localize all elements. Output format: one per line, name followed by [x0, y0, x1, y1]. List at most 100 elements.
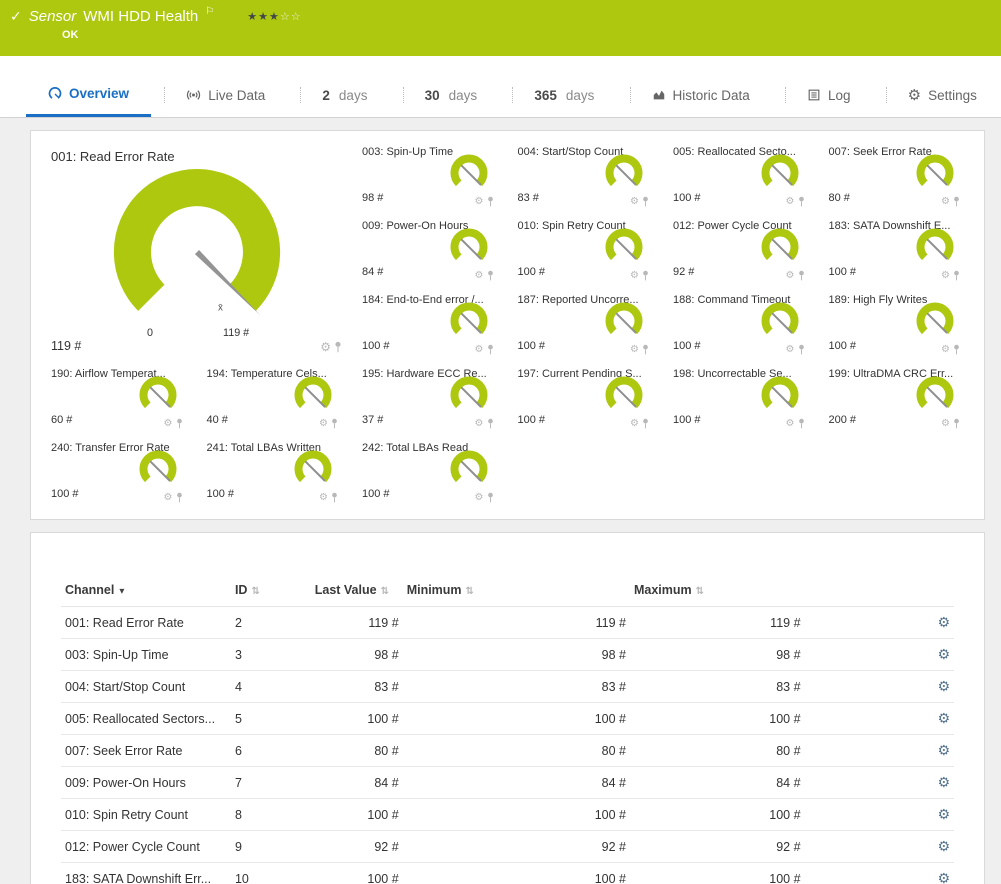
column-header-channel[interactable]: Channel▾ — [61, 577, 231, 607]
pin-icon[interactable] — [798, 344, 805, 355]
tab-live-data[interactable]: Live Data — [164, 73, 287, 117]
channel-gear-icon[interactable]: ⚙ — [786, 197, 795, 207]
pin-icon[interactable] — [487, 196, 494, 207]
channel-gear-icon[interactable]: ⚙ — [475, 271, 484, 281]
channel-name-cell[interactable]: 007: Seek Error Rate — [61, 735, 231, 767]
pin-icon[interactable] — [487, 270, 494, 281]
tab-365-days[interactable]: 365 days — [512, 73, 616, 117]
channel-gear-icon[interactable]: ⚙ — [475, 345, 484, 355]
pin-icon[interactable] — [953, 418, 960, 429]
pin-icon[interactable] — [334, 341, 342, 353]
tab-30-days[interactable]: 30 days — [403, 73, 500, 117]
channel-gear-icon[interactable]: ⚙ — [786, 419, 795, 429]
channel-gear-icon[interactable]: ⚙ — [630, 419, 639, 429]
small-gauge-tile[interactable]: 240: Transfer Error Rate 100 # ⚙ — [45, 439, 193, 505]
channel-settings-icon[interactable]: ⚙ — [937, 742, 950, 758]
table-row[interactable]: 183: SATA Downshift Err... 10 100 # 100 … — [61, 863, 954, 884]
channel-name-cell[interactable]: 009: Power-On Hours — [61, 767, 231, 799]
small-gauge-tile[interactable]: 195: Hardware ECC Re... 37 # ⚙ — [356, 365, 504, 431]
small-gauge-tile[interactable]: 241: Total LBAs Written 100 # ⚙ — [201, 439, 349, 505]
channel-settings-icon[interactable]: ⚙ — [937, 774, 950, 790]
pin-icon[interactable] — [331, 492, 338, 503]
small-gauge-tile[interactable]: 197: Current Pending S... 100 # ⚙ — [512, 365, 660, 431]
small-gauge-tile[interactable]: 198: Uncorrectable Se... 100 # ⚙ — [667, 365, 815, 431]
pin-icon[interactable] — [642, 418, 649, 429]
channel-name-cell[interactable]: 183: SATA Downshift Err... — [61, 863, 231, 884]
small-gauge-tile[interactable]: 007: Seek Error Rate 80 # ⚙ — [823, 143, 971, 209]
small-gauge-tile[interactable]: 183: SATA Downshift E... 100 # ⚙ — [823, 217, 971, 283]
channel-gear-icon[interactable]: ⚙ — [475, 493, 484, 503]
column-header-maximum[interactable]: Maximum⇅ — [630, 577, 805, 607]
small-gauge-tile[interactable]: 004: Start/Stop Count 83 # ⚙ — [512, 143, 660, 209]
channel-gear-icon[interactable]: ⚙ — [164, 493, 173, 503]
small-gauge-tile[interactable]: 184: End-to-End error /... 100 # ⚙ — [356, 291, 504, 357]
channel-gear-icon[interactable]: ⚙ — [320, 341, 331, 353]
small-gauge-tile[interactable]: 012: Power Cycle Count 92 # ⚙ — [667, 217, 815, 283]
tab-2-days[interactable]: 2 days — [300, 73, 389, 117]
channel-gear-icon[interactable]: ⚙ — [475, 419, 484, 429]
pin-icon[interactable] — [176, 492, 183, 503]
pin-icon[interactable] — [953, 344, 960, 355]
table-row[interactable]: 001: Read Error Rate 2 119 # 119 # 119 #… — [61, 607, 954, 639]
table-row[interactable]: 012: Power Cycle Count 9 92 # 92 # 92 # … — [61, 831, 954, 863]
channel-gear-icon[interactable]: ⚙ — [630, 197, 639, 207]
channel-gear-icon[interactable]: ⚙ — [319, 493, 328, 503]
channel-gear-icon[interactable]: ⚙ — [164, 419, 173, 429]
channel-settings-icon[interactable]: ⚙ — [937, 710, 950, 726]
channel-settings-icon[interactable]: ⚙ — [937, 614, 950, 630]
small-gauge-tile[interactable]: 194: Temperature Cels... 40 # ⚙ — [201, 365, 349, 431]
channel-gear-icon[interactable]: ⚙ — [786, 271, 795, 281]
stars-filled[interactable]: ★★★ — [247, 11, 280, 23]
table-row[interactable]: 009: Power-On Hours 7 84 # 84 # 84 # ⚙ — [61, 767, 954, 799]
channel-gear-icon[interactable]: ⚙ — [319, 419, 328, 429]
pin-icon[interactable] — [953, 270, 960, 281]
pin-icon[interactable] — [642, 344, 649, 355]
pin-icon[interactable] — [798, 196, 805, 207]
pin-icon[interactable] — [642, 196, 649, 207]
channel-gear-icon[interactable]: ⚙ — [630, 345, 639, 355]
channel-gear-icon[interactable]: ⚙ — [786, 345, 795, 355]
channel-name-cell[interactable]: 003: Spin-Up Time — [61, 639, 231, 671]
channel-settings-icon[interactable]: ⚙ — [937, 678, 950, 694]
pin-icon[interactable] — [798, 270, 805, 281]
channel-settings-icon[interactable]: ⚙ — [937, 806, 950, 822]
pin-icon[interactable] — [487, 418, 494, 429]
big-gauge-tile[interactable]: 001: Read Error Rate x̄ 0 119 # 119 # ⚙ — [45, 143, 348, 357]
channel-name-cell[interactable]: 004: Start/Stop Count — [61, 671, 231, 703]
pin-icon[interactable] — [487, 344, 494, 355]
small-gauge-tile[interactable]: 187: Reported Uncorre... 100 # ⚙ — [512, 291, 660, 357]
channel-settings-icon[interactable]: ⚙ — [937, 646, 950, 662]
tab-log[interactable]: Log — [785, 73, 873, 117]
small-gauge-tile[interactable]: 242: Total LBAs Read 100 # ⚙ — [356, 439, 504, 505]
small-gauge-tile[interactable]: 009: Power-On Hours 84 # ⚙ — [356, 217, 504, 283]
table-row[interactable]: 007: Seek Error Rate 6 80 # 80 # 80 # ⚙ — [61, 735, 954, 767]
table-row[interactable]: 005: Reallocated Sectors... 5 100 # 100 … — [61, 703, 954, 735]
pin-icon[interactable] — [176, 418, 183, 429]
channel-gear-icon[interactable]: ⚙ — [941, 271, 950, 281]
tab-overview[interactable]: Overview — [26, 73, 151, 117]
channel-name-cell[interactable]: 005: Reallocated Sectors... — [61, 703, 231, 735]
channel-gear-icon[interactable]: ⚙ — [941, 197, 950, 207]
small-gauge-tile[interactable]: 010: Spin Retry Count 100 # ⚙ — [512, 217, 660, 283]
channel-gear-icon[interactable]: ⚙ — [630, 271, 639, 281]
small-gauge-tile[interactable]: 005: Reallocated Secto... 100 # ⚙ — [667, 143, 815, 209]
tab-settings[interactable]: ⚙ Settings — [886, 73, 999, 117]
channel-name-cell[interactable]: 012: Power Cycle Count — [61, 831, 231, 863]
small-gauge-tile[interactable]: 188: Command Timeout 100 # ⚙ — [667, 291, 815, 357]
small-gauge-tile[interactable]: 189: High Fly Writes 100 # ⚙ — [823, 291, 971, 357]
table-row[interactable]: 003: Spin-Up Time 3 98 # 98 # 98 # ⚙ — [61, 639, 954, 671]
column-header-last-value[interactable]: Last Value⇅ — [311, 577, 403, 607]
stars-empty[interactable]: ☆☆ — [280, 11, 302, 23]
pin-icon[interactable] — [331, 418, 338, 429]
channel-gear-icon[interactable]: ⚙ — [475, 197, 484, 207]
column-header-minimum[interactable]: Minimum⇅ — [403, 577, 630, 607]
pin-icon[interactable] — [487, 492, 494, 503]
channel-settings-icon[interactable]: ⚙ — [937, 870, 950, 884]
table-row[interactable]: 010: Spin Retry Count 8 100 # 100 # 100 … — [61, 799, 954, 831]
pin-icon[interactable] — [953, 196, 960, 207]
small-gauge-tile[interactable]: 003: Spin-Up Time 98 # ⚙ — [356, 143, 504, 209]
column-header-id[interactable]: ID⇅ — [231, 577, 311, 607]
small-gauge-tile[interactable]: 199: UltraDMA CRC Err... 200 # ⚙ — [823, 365, 971, 431]
small-gauge-tile[interactable]: 190: Airflow Temperat... 60 # ⚙ — [45, 365, 193, 431]
tab-historic-data[interactable]: Historic Data — [630, 73, 772, 117]
